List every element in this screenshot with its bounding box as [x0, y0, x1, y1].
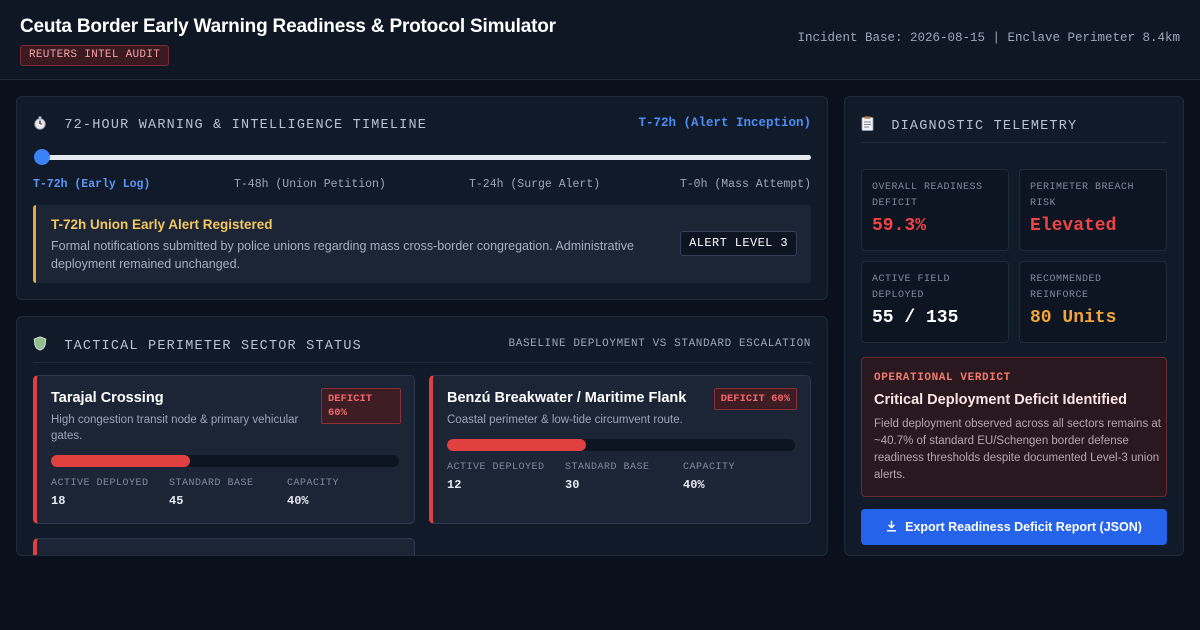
- metric-value: Elevated: [1030, 216, 1117, 236]
- stat-capacity: 40%: [683, 478, 705, 492]
- app-title: Ceuta Border Early Warning Readiness & P…: [20, 16, 556, 37]
- timeline-heading: 72-HOUR WARNING & INTELLIGENCE TIMELINE: [33, 116, 427, 133]
- download-icon: [886, 520, 897, 535]
- stat-deployed: 12: [447, 478, 462, 492]
- stat-label-capacity: CAPACITY: [683, 462, 736, 473]
- timeline-alert-box: T-72h Union Early Alert Registered Forma…: [33, 205, 811, 283]
- sector-description: High congestion transit node & primary v…: [51, 414, 299, 442]
- metric-value: 59.3%: [872, 216, 927, 236]
- metric-reinforce: RECOMMENDED REINFORCE 80 Units: [1019, 261, 1167, 343]
- verdict-description: Field deployment observed across all sec…: [874, 418, 1161, 481]
- verdict-label: OPERATIONAL VERDICT: [874, 372, 1011, 384]
- stopwatch-icon: [33, 116, 56, 133]
- timeline-tick-t72[interactable]: T-72h (Early Log): [33, 178, 150, 191]
- metric-value: 80 Units: [1030, 308, 1117, 328]
- shield-icon: [33, 336, 56, 354]
- deployment-progress-bar: [447, 439, 795, 451]
- deployment-progress-fill: [51, 455, 191, 467]
- divider: [33, 362, 811, 363]
- sector-status-panel: TACTICAL PERIMETER SECTOR STATUS BASELIN…: [16, 316, 828, 556]
- timeline-title: 72-HOUR WARNING & INTELLIGENCE TIMELINE: [64, 118, 428, 133]
- metric-value: 55 / 135: [872, 308, 959, 328]
- telemetry-title: DIAGNOSTIC TELEMETRY: [891, 119, 1078, 134]
- stat-label-standard: STANDARD BASE: [565, 462, 650, 473]
- sectors-subtitle: BASELINE DEPLOYMENT VS STANDARD ESCALATI…: [508, 338, 811, 350]
- timeline-slider-handle[interactable]: [34, 149, 50, 165]
- stat-standard: 30: [565, 478, 580, 492]
- telemetry-heading: DIAGNOSTIC TELEMETRY: [861, 116, 1077, 134]
- stat-deployed: 18: [51, 494, 66, 508]
- sector-name: Benzú Breakwater / Maritime Flank: [447, 390, 687, 406]
- stat-standard: 45: [169, 494, 184, 508]
- metric-field-deployed: ACTIVE FIELD DEPLOYED 55 / 135: [861, 261, 1009, 343]
- incident-meta: Incident Base: 2026-08-15 | Enclave Peri…: [797, 31, 1180, 45]
- alert-level-badge: ALERT LEVEL 3: [680, 231, 797, 256]
- sector-card-benzu[interactable]: Benzú Breakwater / Maritime Flank Coasta…: [429, 375, 811, 524]
- sector-card-partial[interactable]: [33, 538, 415, 555]
- export-report-button[interactable]: Export Readiness Deficit Report (JSON): [861, 509, 1167, 545]
- metric-label: OVERALL READINESS DEFICIT: [872, 182, 983, 209]
- timeline-tick-t0[interactable]: T-0h (Mass Attempt): [680, 178, 811, 191]
- stat-capacity: 40%: [287, 494, 309, 508]
- telemetry-panel: DIAGNOSTIC TELEMETRY OVERALL READINESS D…: [844, 96, 1184, 556]
- sector-card-tarajal[interactable]: Tarajal Crossing High congestion transit…: [33, 375, 415, 524]
- sector-description: Coastal perimeter & low-tide circumvent …: [447, 414, 683, 426]
- audit-badge: REUTERS INTEL AUDIT: [20, 45, 170, 66]
- sector-name: Tarajal Crossing: [51, 390, 164, 406]
- deficit-badge: DEFICIT 60%: [321, 388, 401, 424]
- metric-label: RECOMMENDED REINFORCE: [1030, 274, 1102, 301]
- clipboard-icon: [861, 116, 883, 134]
- stat-label-standard: STANDARD BASE: [169, 478, 254, 489]
- sectors-title: TACTICAL PERIMETER SECTOR STATUS: [64, 339, 362, 354]
- timeline-tick-t48[interactable]: T-48h (Union Petition): [234, 178, 386, 191]
- app-header: Ceuta Border Early Warning Readiness & P…: [0, 0, 1200, 80]
- deployment-progress-fill: [447, 439, 587, 451]
- alert-description: Formal notifications submitted by police…: [51, 239, 634, 271]
- timeline-tick-t24[interactable]: T-24h (Surge Alert): [469, 178, 600, 191]
- timeline-slider-track[interactable]: [41, 155, 811, 160]
- metric-label: PERIMETER BREACH RISK: [1030, 182, 1135, 209]
- deficit-label: DEFICIT: [328, 393, 373, 405]
- timeline-current-label: T-72h (Alert Inception): [638, 116, 811, 130]
- sectors-heading: TACTICAL PERIMETER SECTOR STATUS: [33, 336, 362, 354]
- deficit-value: 60%: [328, 407, 347, 419]
- operational-verdict: OPERATIONAL VERDICT Critical Deployment …: [861, 357, 1167, 497]
- metric-readiness-deficit: OVERALL READINESS DEFICIT 59.3%: [861, 169, 1009, 251]
- verdict-title: Critical Deployment Deficit Identified: [874, 392, 1127, 408]
- metric-label: ACTIVE FIELD DEPLOYED: [872, 274, 951, 301]
- alert-title: T-72h Union Early Alert Registered: [51, 217, 273, 232]
- metric-breach-risk: PERIMETER BREACH RISK Elevated: [1019, 169, 1167, 251]
- stat-label-deployed: ACTIVE DEPLOYED: [51, 478, 149, 489]
- deployment-progress-bar: [51, 455, 399, 467]
- stat-label-deployed: ACTIVE DEPLOYED: [447, 462, 545, 473]
- timeline-panel: 72-HOUR WARNING & INTELLIGENCE TIMELINE …: [16, 96, 828, 300]
- stat-label-capacity: CAPACITY: [287, 478, 340, 489]
- export-button-label: Export Readiness Deficit Report (JSON): [905, 520, 1142, 534]
- deficit-badge: DEFICIT 60%: [713, 388, 797, 410]
- divider: [861, 142, 1167, 143]
